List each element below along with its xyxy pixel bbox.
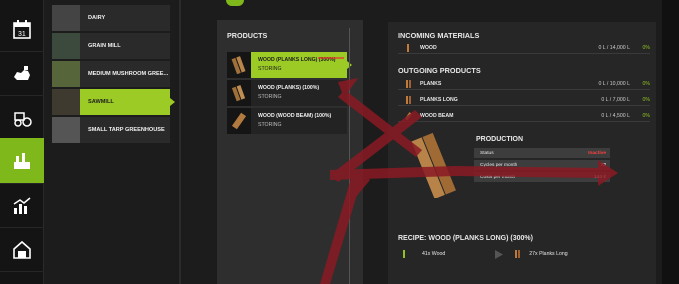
right-edge — [662, 0, 679, 284]
production-screen: 31 DAIRY GRAIN MILL MEDIUM MUSHROOM GREE… — [0, 0, 679, 284]
annotation-arrows — [318, 57, 618, 284]
